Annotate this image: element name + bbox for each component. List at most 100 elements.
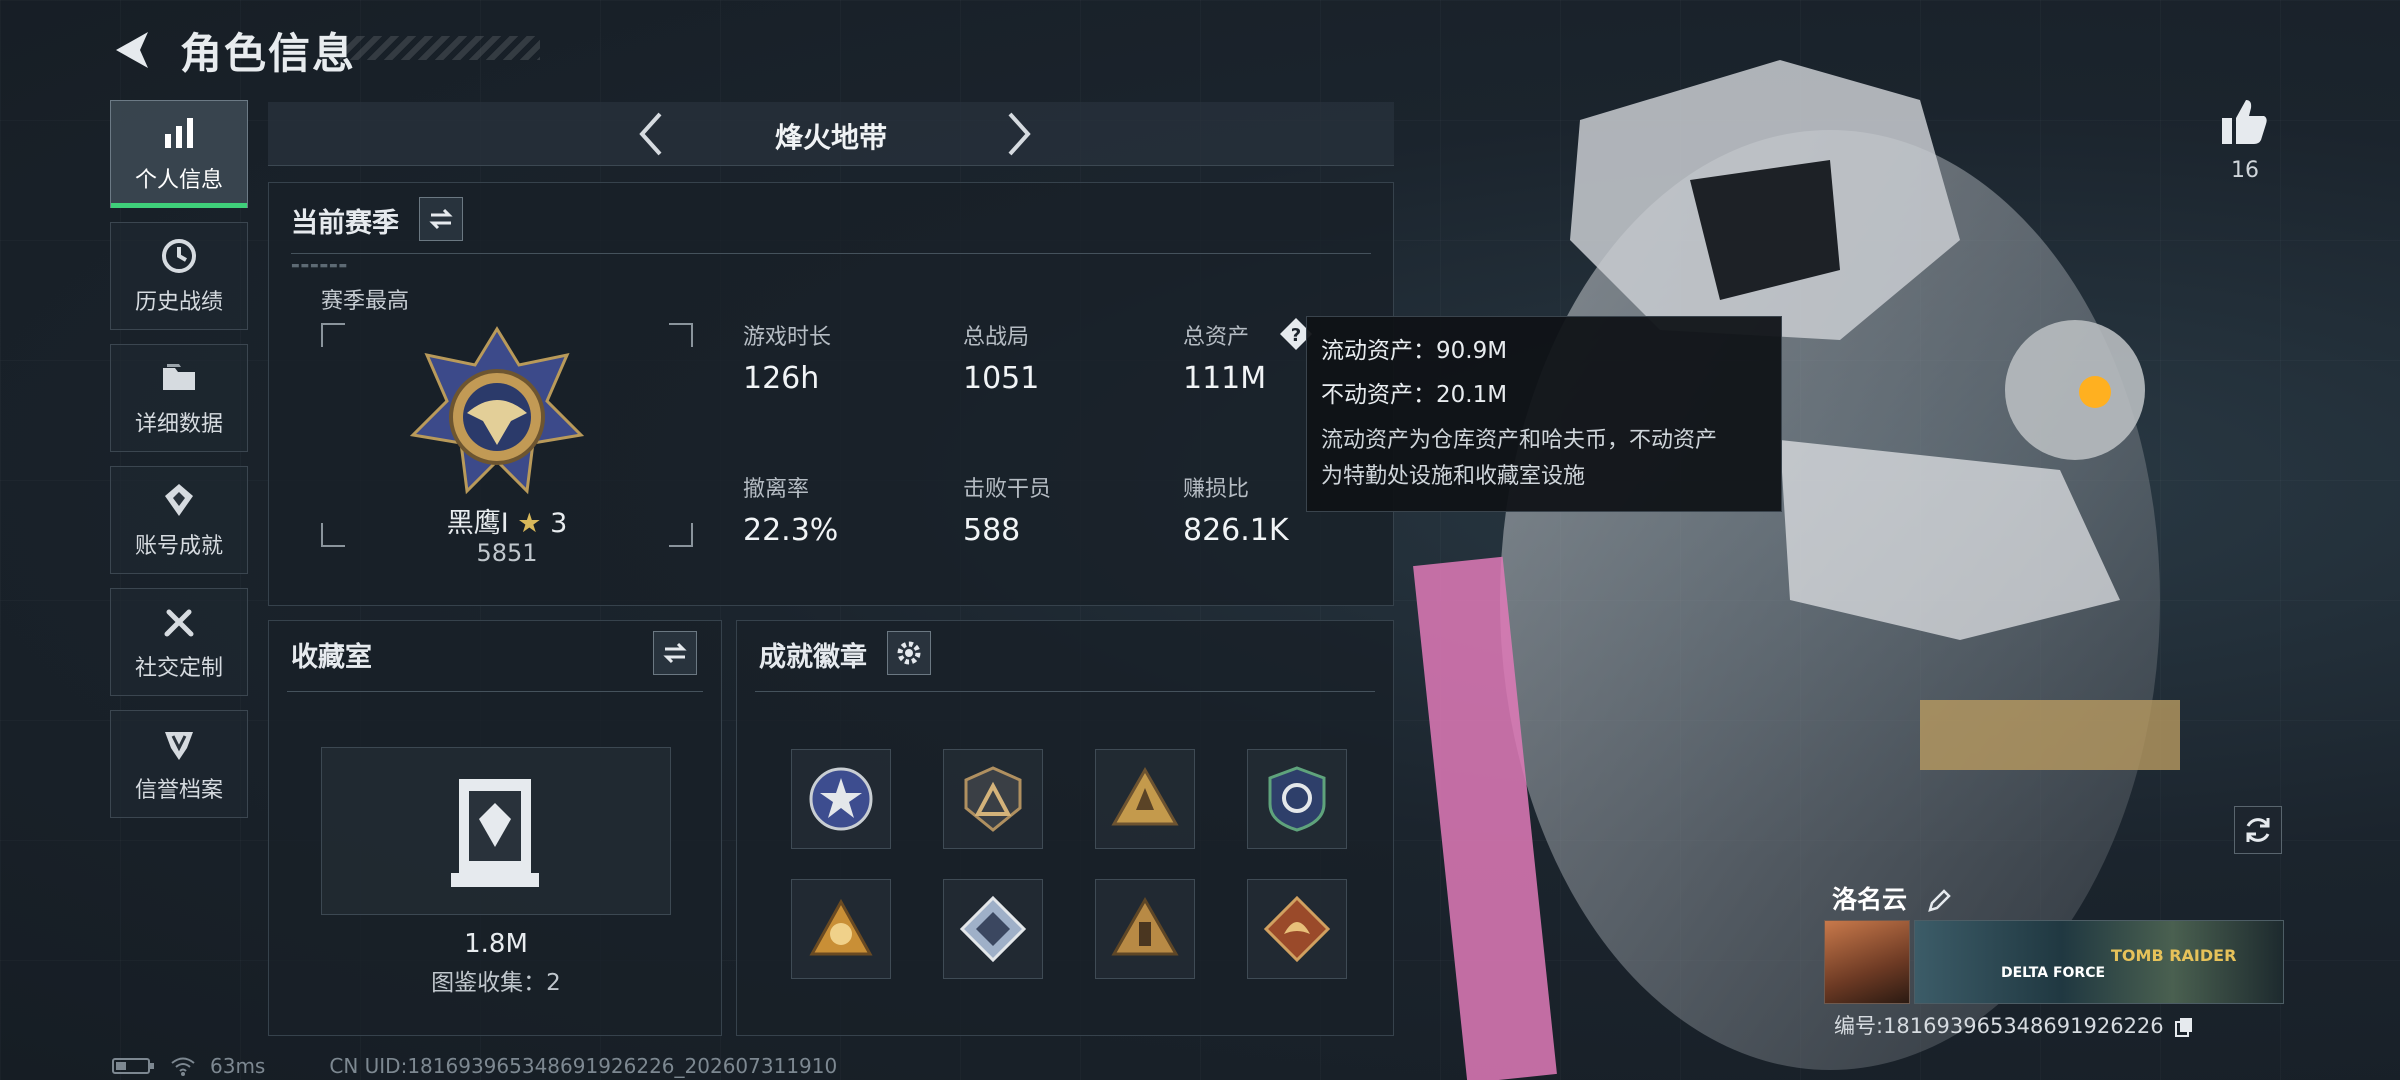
gold-triangle-badge-icon [1111, 766, 1179, 826]
copy-icon[interactable] [2174, 1016, 2194, 1038]
edit-pencil-icon[interactable] [1926, 888, 1952, 914]
soldier-triangle-badge-icon [1111, 896, 1179, 956]
season-best-label: 赛季最高 [321, 289, 410, 314]
rank-score: 5851 [476, 539, 538, 567]
badge-slot[interactable] [943, 749, 1043, 849]
like-count: 16 [2231, 158, 2259, 183]
wifi-icon [171, 1057, 195, 1076]
svg-text:?: ? [1291, 325, 1301, 346]
next-mode-arrow-icon[interactable] [994, 110, 1042, 158]
badges-panel: 成就徽章 [736, 620, 1394, 1036]
rank-name: 黑鹰I [446, 508, 509, 539]
tools-icon [164, 609, 194, 637]
player-id: 编号:1816939653486919262​26 [1834, 1014, 2164, 1038]
mode-name: 烽火地带 [774, 121, 887, 154]
folder-icon [163, 364, 195, 390]
battery-icon [112, 1058, 154, 1074]
sidebar-item-label: 个人信息 [134, 168, 223, 193]
collection-switch-button[interactable] [653, 631, 697, 675]
uid-text: CN UID:1816939653486919262​26_2026073119… [329, 1054, 838, 1078]
gear-icon [897, 641, 921, 665]
badge-slot[interactable] [1247, 749, 1347, 849]
frame-corner [321, 323, 345, 347]
tooltip-fixed-assets: 不动资产：20.1M [1321, 382, 1508, 408]
back-arrow-icon[interactable] [108, 26, 156, 74]
diamond-badge-icon [959, 895, 1027, 963]
rotate-view-button[interactable] [2234, 806, 2282, 854]
star-shield-badge-icon [809, 767, 873, 831]
reputation-icon [165, 732, 193, 760]
badge-slot[interactable] [791, 749, 891, 849]
badge-slot[interactable] [1247, 879, 1347, 979]
sidebar-item-history[interactable]: 历史战绩 [110, 222, 248, 330]
tooltip-liquid-assets: 流动资产：90.9M [1321, 338, 1508, 364]
status-bar: 63ms CN UID:1816939653486919262​26_20260… [112, 1054, 837, 1078]
player-name-text: 洛名云 [1832, 885, 1908, 914]
stat-value-extraction-rate: 22.3% [743, 513, 839, 548]
rank-stars: 3 [550, 508, 568, 539]
divider [755, 691, 1375, 692]
banner-logo-tomb-raider: TOMB RAIDER [2111, 946, 2237, 965]
dragon-badge-icon [1263, 895, 1331, 963]
bar-chart-icon [165, 118, 193, 148]
stat-value-total-assets: 111M [1183, 361, 1267, 396]
sidebar-item-social-custom[interactable]: 社交定制 [110, 588, 248, 696]
sidebar-item-label: 信誉档案 [134, 778, 223, 803]
sidebar-item-reputation[interactable]: 信誉档案 [110, 710, 248, 818]
mode-switcher: 烽火地带 [268, 102, 1394, 166]
sidebar-item-achievements[interactable]: 账号成就 [110, 466, 248, 574]
triangle-shield-badge-icon [964, 766, 1022, 832]
gold-emblem-badge-icon [809, 898, 873, 956]
badge-slot[interactable] [943, 879, 1043, 979]
achievement-icon [165, 484, 193, 516]
stat-label-total-assets: 总资产 [1183, 325, 1250, 350]
badge-slot[interactable] [1095, 749, 1195, 849]
divider [291, 253, 1371, 254]
badges-panel-title: 成就徽章 [759, 642, 867, 673]
page-title: 角色信息 [180, 29, 357, 78]
stat-value-operators-defeated: 588 [963, 513, 1021, 548]
history-clock-icon [162, 239, 196, 273]
banner-logo-delta-force: DELTA FORCE [2001, 965, 2106, 981]
sidebar-item-label: 详细数据 [134, 412, 223, 437]
badge-settings-button[interactable] [887, 631, 931, 675]
sidebar-item-personal-info[interactable]: 个人信息 [110, 100, 248, 208]
divider [287, 691, 703, 692]
sidebar-item-label: 历史战绩 [134, 290, 223, 315]
collection-panel: 收藏室 1.8M 图鉴收集：2 [268, 620, 722, 1036]
tooltip-description-line-2: 为特勤处设施和收藏室设施 [1321, 464, 1586, 489]
assets-tooltip: 流动资产：90.9M 不动资产：20.1M 流动资产为仓库资产和哈夫币，不动资产… [1306, 316, 1782, 512]
stat-label-profit-loss: 赚损比 [1183, 477, 1250, 502]
badge-slot[interactable] [791, 879, 891, 979]
frame-corner [669, 323, 693, 347]
sidebar: 个人信息 历史战绩 详细数据 账号成就 社交定制 信誉档案 [110, 100, 250, 832]
player-id-line: 编号:1816939653486919262​26 [1834, 1010, 2194, 1040]
season-switch-button[interactable] [419, 197, 463, 241]
stat-label-extraction-rate: 撤离率 [743, 477, 810, 502]
stat-label-playtime: 游戏时长 [743, 325, 832, 350]
sidebar-item-label: 社交定制 [134, 656, 223, 681]
title-decoration [340, 36, 540, 60]
decorative-code: ▬▬▬▬▬▬ [291, 261, 349, 271]
ping-value: 63ms [210, 1054, 266, 1078]
avatar[interactable] [1824, 920, 1910, 1004]
stat-value-profit-loss: 826.1K [1183, 513, 1289, 548]
stat-value-playtime: 126h [743, 361, 820, 396]
showcase-icon [451, 779, 539, 887]
season-panel: 当前赛季 ▬▬▬▬▬▬ 赛季最高 黑鹰I ★ 3 5851 游戏时长 126h … [268, 182, 1394, 606]
season-panel-title: 当前赛季 [291, 208, 399, 239]
refresh-icon [2246, 818, 2270, 842]
swap-icon [663, 642, 687, 664]
collection-panel-title: 收藏室 [291, 642, 372, 673]
star-icon: ★ [517, 508, 542, 539]
sidebar-item-detailed-data[interactable]: 详细数据 [110, 344, 248, 452]
collection-caption: 图鉴收集：2 [431, 970, 561, 996]
player-name: 洛名云 [1832, 880, 1952, 916]
eagle-shield-badge-icon [1268, 766, 1326, 832]
badge-slot[interactable] [1095, 879, 1195, 979]
thumbs-up-icon[interactable] [2218, 96, 2270, 148]
swap-icon [429, 208, 453, 230]
stat-label-operators-defeated: 击败干员 [963, 477, 1052, 502]
profile-banner[interactable]: DELTA FORCE TOMB RAIDER [1914, 920, 2284, 1004]
stat-label-total-matches: 总战局 [963, 325, 1030, 350]
